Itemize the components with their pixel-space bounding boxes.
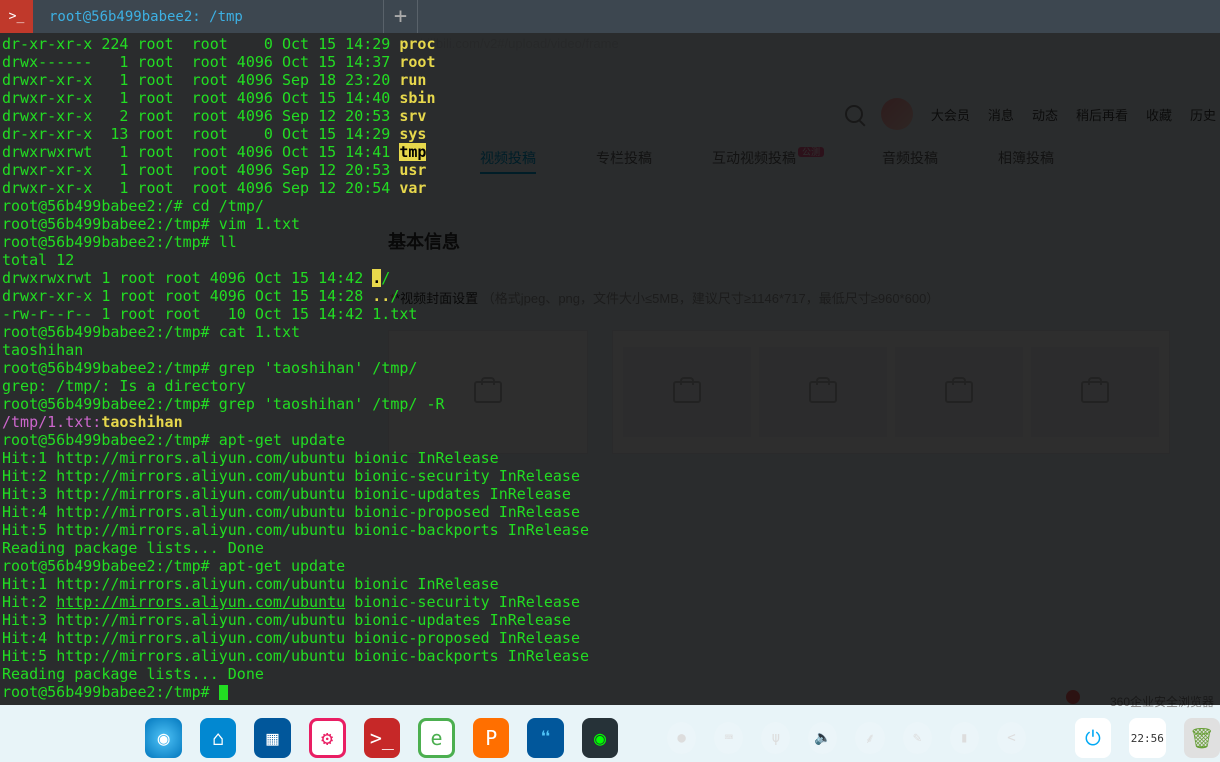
terminal-app-icon[interactable]: >_ (0, 0, 33, 33)
dock-browser360-icon[interactable]: e (418, 718, 455, 758)
dock-bar: ◉ ⌂ ▦ ⚙ >_ e P ❝ ◉ ● ⌨ ψ 🔈 ⸙ ✎ ▮ < ⏻ 22:… (0, 710, 1220, 762)
dock-deepin-icon[interactable]: ◉ (145, 718, 181, 758)
tray-keyboard-icon[interactable]: ⌨ (714, 722, 743, 754)
tray-battery-icon[interactable]: ▮ (950, 722, 979, 754)
new-tab-button[interactable]: + (383, 0, 418, 33)
clock-widget[interactable]: 22:56 (1129, 718, 1165, 758)
dock-movies-icon[interactable]: ▦ (254, 718, 290, 758)
tray-rec-icon[interactable]: ● (667, 722, 696, 754)
tray-collapse-icon[interactable]: < (997, 722, 1026, 754)
dock-chat-icon[interactable]: ❝ (527, 718, 563, 758)
dock-settings-icon[interactable]: ⚙ (309, 718, 346, 758)
terminal-tab-name[interactable]: root@56b499babee2: /tmp (49, 9, 383, 25)
tray-wifi-icon[interactable]: ⸙ (855, 722, 884, 754)
trash-icon[interactable]: 🗑 (1184, 718, 1220, 758)
terminal-titlebar: >_ root@56b499babee2: /tmp + (0, 0, 1220, 33)
tray-volume-icon[interactable]: 🔈 (808, 722, 837, 754)
dock-files-icon[interactable]: ⌂ (200, 718, 236, 758)
power-button[interactable]: ⏻ (1075, 718, 1111, 758)
tray-usb-icon[interactable]: ψ (761, 722, 790, 754)
terminal-output[interactable]: dr-xr-xr-x 224 root root 0 Oct 15 14:29 … (0, 33, 1220, 705)
dock-camera-icon[interactable]: ◉ (582, 718, 618, 758)
tray-edit-icon[interactable]: ✎ (903, 722, 932, 754)
dock-wps-icon[interactable]: P (473, 718, 509, 758)
dock-terminal-icon[interactable]: >_ (364, 718, 400, 758)
